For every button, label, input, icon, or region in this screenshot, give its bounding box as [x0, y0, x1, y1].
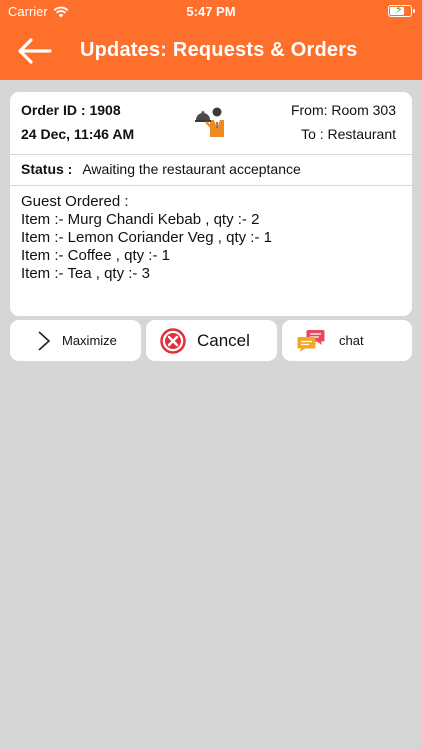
- to-destination: To : Restaurant: [301, 126, 396, 142]
- maximize-label: Maximize: [62, 333, 117, 348]
- chat-bubbles-icon: [297, 330, 325, 352]
- order-header: Order ID : 1908 24 Dec, 11:46 AM From: R…: [10, 92, 412, 154]
- order-item: Item :- Coffee , qty :- 1: [21, 247, 170, 264]
- order-id: Order ID : 1908: [21, 102, 121, 118]
- battery-icon: ⚡: [388, 4, 415, 17]
- order-item: Item :- Tea , qty :- 3: [21, 265, 150, 282]
- order-item: Item :- Murg Chandi Kebab , qty :- 2: [21, 211, 260, 228]
- back-arrow-icon: [18, 38, 52, 64]
- chevron-right-icon: [38, 331, 51, 351]
- cancel-button[interactable]: Cancel: [146, 320, 277, 361]
- order-item: Item :- Lemon Coriander Veg , qty :- 1: [21, 229, 272, 246]
- cancel-x-icon: [160, 328, 186, 354]
- chat-button[interactable]: chat: [282, 320, 412, 361]
- status-value: Awaiting the restaurant acceptance: [82, 161, 301, 177]
- status-row: Status : Awaiting the restaurant acceptan…: [21, 161, 301, 177]
- header-bar: Updates: Requests & Orders: [0, 22, 422, 80]
- from-room: From: Room 303: [290, 102, 396, 118]
- order-datetime: 24 Dec, 11:46 AM: [21, 126, 135, 142]
- order-items: Guest Ordered : Item :- Murg Chandi Keba…: [21, 193, 272, 283]
- waiter-icon: [195, 107, 224, 137]
- clock: 5:47 PM: [186, 4, 236, 19]
- back-button[interactable]: [16, 36, 54, 66]
- order-card: Order ID : 1908 24 Dec, 11:46 AM From: R…: [10, 92, 412, 316]
- guest-ordered-label: Guest Ordered :: [21, 193, 129, 210]
- divider: [10, 185, 412, 186]
- chat-label: chat: [339, 333, 364, 348]
- page-title: Updates: Requests & Orders: [80, 39, 358, 61]
- divider: [10, 154, 412, 155]
- cancel-label: Cancel: [197, 331, 250, 350]
- maximize-button[interactable]: Maximize: [10, 320, 141, 361]
- status-label: Status :: [21, 161, 73, 177]
- status-bar: Carrier 5:47 PM ⚡: [0, 0, 422, 22]
